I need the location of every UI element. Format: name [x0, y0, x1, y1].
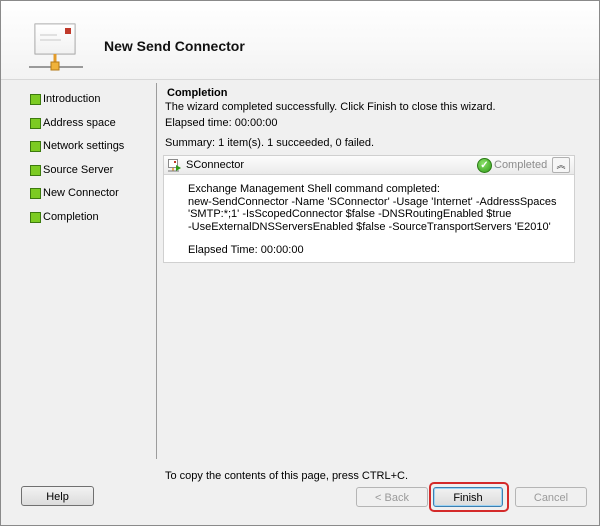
back-button[interactable]: < Back	[356, 487, 428, 507]
finish-highlight	[429, 482, 509, 512]
send-connector-icon	[29, 23, 83, 71]
result-elapsed-time: Elapsed Time: 00:00:00	[188, 244, 304, 256]
check-icon: ✓	[477, 158, 492, 173]
output-line: Exchange Management Shell command comple…	[188, 183, 440, 195]
nav-item-label: Address space	[43, 116, 116, 129]
nav-item-address-space[interactable]: Address space	[28, 115, 153, 139]
result-panel: SConnector ✓ Completed ︽ Exchange Manage…	[163, 155, 575, 263]
elapsed-time: Elapsed time: 00:00:00	[165, 117, 278, 129]
completed-step-icon	[30, 188, 41, 199]
completed-step-icon	[30, 211, 41, 223]
summary-text: Summary: 1 item(s). 1 succeeded, 0 faile…	[165, 137, 375, 149]
nav-item-label: Completion	[43, 210, 99, 223]
section-title: Completion	[167, 87, 228, 99]
result-header: SConnector ✓ Completed ︽	[164, 156, 574, 175]
nav-item-label: Network settings	[43, 140, 125, 152]
nav-item-label: New Connector	[43, 187, 119, 199]
output-line: 'SMTP:*;1' -IsScopedConnector $false -DN…	[188, 208, 512, 221]
nav-item-label: Source Server	[43, 163, 114, 176]
wizard-header: New Send Connector	[1, 1, 599, 80]
completed-step-icon	[30, 117, 41, 129]
completed-step-icon	[30, 164, 41, 176]
completion-message: The wizard completed successfully. Click…	[165, 101, 496, 113]
output-line: new-SendConnector -Name 'SConnector' -Us…	[188, 195, 557, 208]
nav-item-new-connector[interactable]: New Connector	[28, 185, 153, 209]
nav-item-network-settings[interactable]: Network settings	[28, 138, 153, 162]
nav-divider	[156, 83, 157, 459]
completed-step-icon	[30, 94, 41, 105]
nav-item-completion[interactable]: Completion	[28, 209, 153, 233]
command-output: Exchange Management Shell command comple…	[188, 183, 557, 234]
cancel-button[interactable]: Cancel	[515, 487, 587, 507]
status-text: Completed	[494, 159, 548, 171]
connector-icon	[168, 159, 181, 172]
wizard-title: New Send Connector	[104, 38, 245, 54]
nav-item-introduction[interactable]: Introduction	[28, 91, 153, 115]
wizard-nav: Introduction Address space Network setti…	[28, 91, 153, 232]
wizard-window: New Send Connector Introduction Address …	[0, 0, 600, 526]
nav-item-label: Introduction	[43, 93, 101, 105]
completed-step-icon	[30, 141, 41, 152]
connector-name: SConnector	[186, 159, 245, 171]
help-button[interactable]: Help	[21, 486, 94, 506]
nav-item-source-server[interactable]: Source Server	[28, 162, 153, 186]
copy-hint: To copy the contents of this page, press…	[165, 470, 409, 482]
collapse-button[interactable]: ︽	[552, 157, 570, 173]
output-line: -UseExternalDNSServersEnabled $false -So…	[188, 221, 551, 234]
